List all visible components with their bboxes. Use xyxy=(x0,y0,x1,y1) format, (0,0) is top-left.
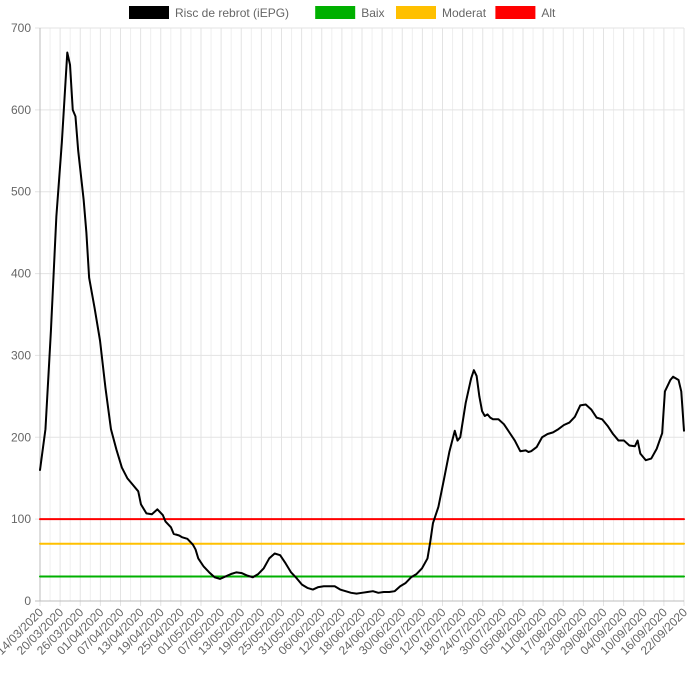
horizontal-gridlines xyxy=(35,27,684,602)
legend-swatch xyxy=(495,6,536,19)
y-tick-label: 0 xyxy=(24,594,31,608)
line-chart: 0 100 200 300 400 500 600 700 14/03/202020/03/2… xyxy=(0,6,689,658)
legend-item[interactable]: Risc de rebrot (iEPG) xyxy=(129,6,289,20)
x-axis-tick-labels: 14/03/202020/03/202026/03/202001/04/2020… xyxy=(0,605,689,658)
y-tick-label: 600 xyxy=(11,103,31,117)
legend-swatch xyxy=(315,6,356,19)
legend-item[interactable]: Baix xyxy=(315,6,385,20)
y-tick-label: 100 xyxy=(11,512,31,526)
legend-swatch xyxy=(396,6,436,19)
y-tick-label: 500 xyxy=(11,185,31,199)
y-tick-label: 300 xyxy=(11,348,31,362)
y-tick-label: 400 xyxy=(11,267,31,281)
legend-item[interactable]: Moderat xyxy=(396,6,487,20)
legend-label: Moderat xyxy=(442,6,487,20)
legend-label: Baix xyxy=(361,6,384,20)
legend-swatch xyxy=(129,6,169,19)
y-axis-tick-labels: 0 100 200 300 400 500 600 700 xyxy=(11,21,31,608)
legend-label: Risc de rebrot (iEPG) xyxy=(175,6,289,20)
y-tick-label: 200 xyxy=(11,430,31,444)
legend[interactable]: Risc de rebrot (iEPG) Baix Moderat Alt xyxy=(129,6,556,20)
legend-label: Alt xyxy=(541,6,556,20)
legend-item[interactable]: Alt xyxy=(495,6,556,20)
y-tick-label: 700 xyxy=(11,21,31,35)
